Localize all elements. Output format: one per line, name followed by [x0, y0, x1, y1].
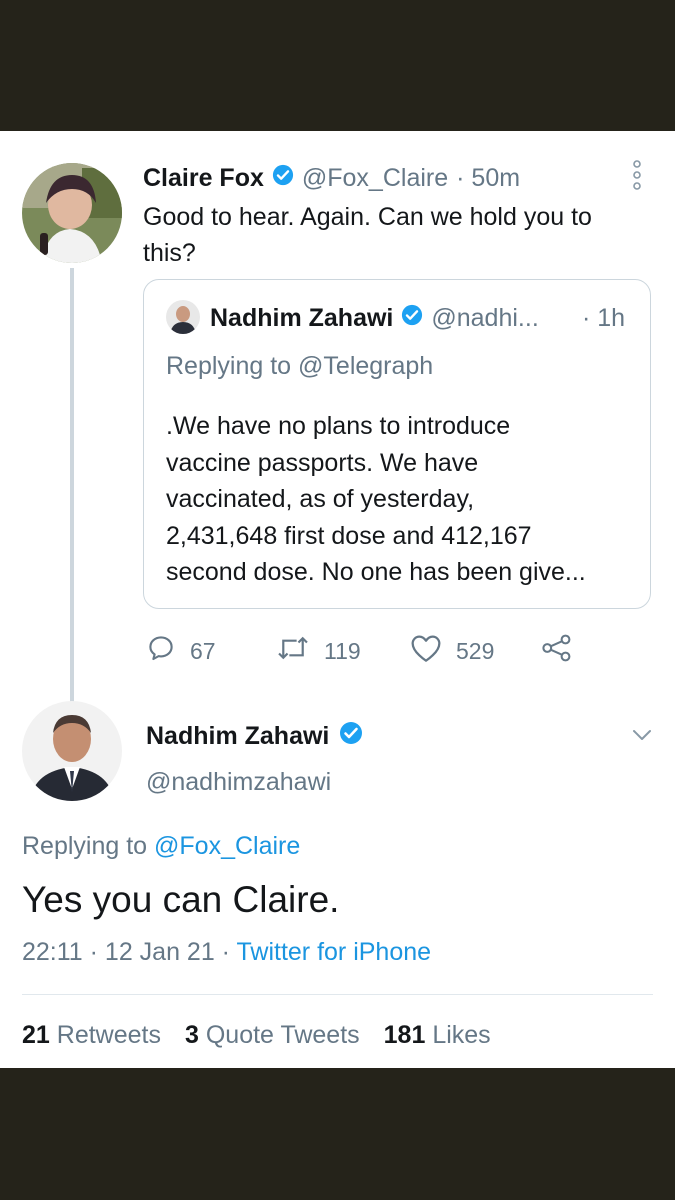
reply-tweet-header: Claire Fox @Fox_Claire · 50m — [143, 161, 520, 195]
retweet-icon — [276, 633, 310, 669]
main-tweet-author[interactable]: Nadhim Zahawi — [146, 719, 363, 753]
verified-badge-icon — [272, 164, 294, 193]
more-options-icon[interactable] — [630, 159, 644, 191]
quotes-label: Quote Tweets — [205, 1021, 360, 1049]
likes-stat[interactable]: 181 Likes — [384, 1021, 491, 1050]
quoted-text-line: vaccine passports. We have — [166, 448, 479, 477]
reply-text-line: this? — [143, 239, 196, 267]
nadhim-zahawi-avatar[interactable] — [22, 701, 122, 801]
reply-icon — [146, 633, 176, 669]
quoted-header: Nadhim Zahawi @nadhi... — [210, 302, 539, 334]
retweets-label: Retweets — [56, 1021, 161, 1049]
main-author-handle[interactable]: @nadhimzahawi — [146, 768, 331, 797]
quoted-author-avatar — [166, 300, 200, 334]
reply-action[interactable]: 67 — [146, 633, 216, 669]
quoted-text-line: second dose. No one has been give... — [166, 558, 586, 586]
quoted-time: · 1h — [582, 304, 626, 332]
retweets-count: 21 — [22, 1021, 50, 1049]
like-count: 529 — [456, 637, 495, 664]
retweets-stat[interactable]: 21 Retweets — [22, 1021, 161, 1050]
reply-text-line: Good to hear. Again. Can we hold you to — [143, 203, 592, 231]
quoted-text-line: vaccinated, as of yesterday, — [166, 485, 475, 513]
replying-prefix: Replying to — [166, 352, 292, 380]
replying-handle-link: @Telegraph — [298, 352, 434, 380]
reply-tweet-text: Good to hear. Again. Can we hold you to … — [143, 199, 592, 271]
tweet-source-link[interactable]: Twitter for iPhone — [237, 938, 432, 966]
main-tweet-meta: 22:11 · 12 Jan 21 · Twitter for iPhone — [22, 938, 431, 967]
retweet-action[interactable]: 119 — [276, 633, 361, 669]
tweet-timestamp[interactable]: 22:11 · 12 Jan 21 · — [22, 938, 230, 966]
verified-badge-icon — [339, 721, 363, 752]
reply-count: 67 — [190, 637, 216, 664]
reply-author-name[interactable]: Claire Fox — [143, 164, 264, 193]
reply-time[interactable]: · 50m — [456, 164, 520, 193]
divider — [22, 994, 653, 995]
reply-author-handle[interactable]: @Fox_Claire — [302, 164, 448, 193]
quote-tweets-stat[interactable]: 3 Quote Tweets — [185, 1021, 360, 1050]
likes-label: Likes — [432, 1021, 491, 1049]
quoted-replying-to: Replying to @Telegraph — [166, 352, 433, 381]
replying-prefix: Replying to — [22, 832, 148, 860]
quoted-author-name: Nadhim Zahawi — [210, 303, 394, 332]
share-icon[interactable] — [540, 633, 574, 668]
engagement-stats: 21 Retweets 3 Quote Tweets 181 Likes — [22, 1021, 491, 1050]
chevron-down-icon[interactable] — [630, 727, 654, 748]
verified-badge-icon — [401, 304, 423, 333]
main-replying-to: Replying to @Fox_Claire — [22, 832, 300, 861]
quoted-tweet[interactable]: Nadhim Zahawi @nadhi... · 1h Replying to… — [143, 279, 651, 609]
retweet-count: 119 — [324, 637, 361, 664]
quoted-text-line: 2,431,648 first dose and 412,167 — [166, 521, 532, 550]
main-tweet-text: Yes you can Claire. — [22, 879, 340, 920]
like-action[interactable]: 529 — [410, 633, 494, 669]
quoted-author-handle: @nadhi... — [431, 303, 539, 332]
heart-icon — [410, 633, 442, 669]
claire-fox-avatar[interactable] — [22, 163, 122, 263]
likes-count: 181 — [383, 1021, 426, 1049]
tweet-detail-card: Claire Fox @Fox_Claire · 50m Good to hea… — [0, 131, 675, 1068]
quoted-text-line: .We have no plans to introduce — [166, 412, 511, 440]
replying-handle-link[interactable]: @Fox_Claire — [154, 832, 300, 860]
main-author-name: Nadhim Zahawi — [146, 721, 330, 750]
quotes-count: 3 — [184, 1021, 199, 1049]
thread-connector-line — [70, 268, 74, 708]
quoted-text: .We have no plans to introduce vaccine p… — [166, 408, 586, 591]
